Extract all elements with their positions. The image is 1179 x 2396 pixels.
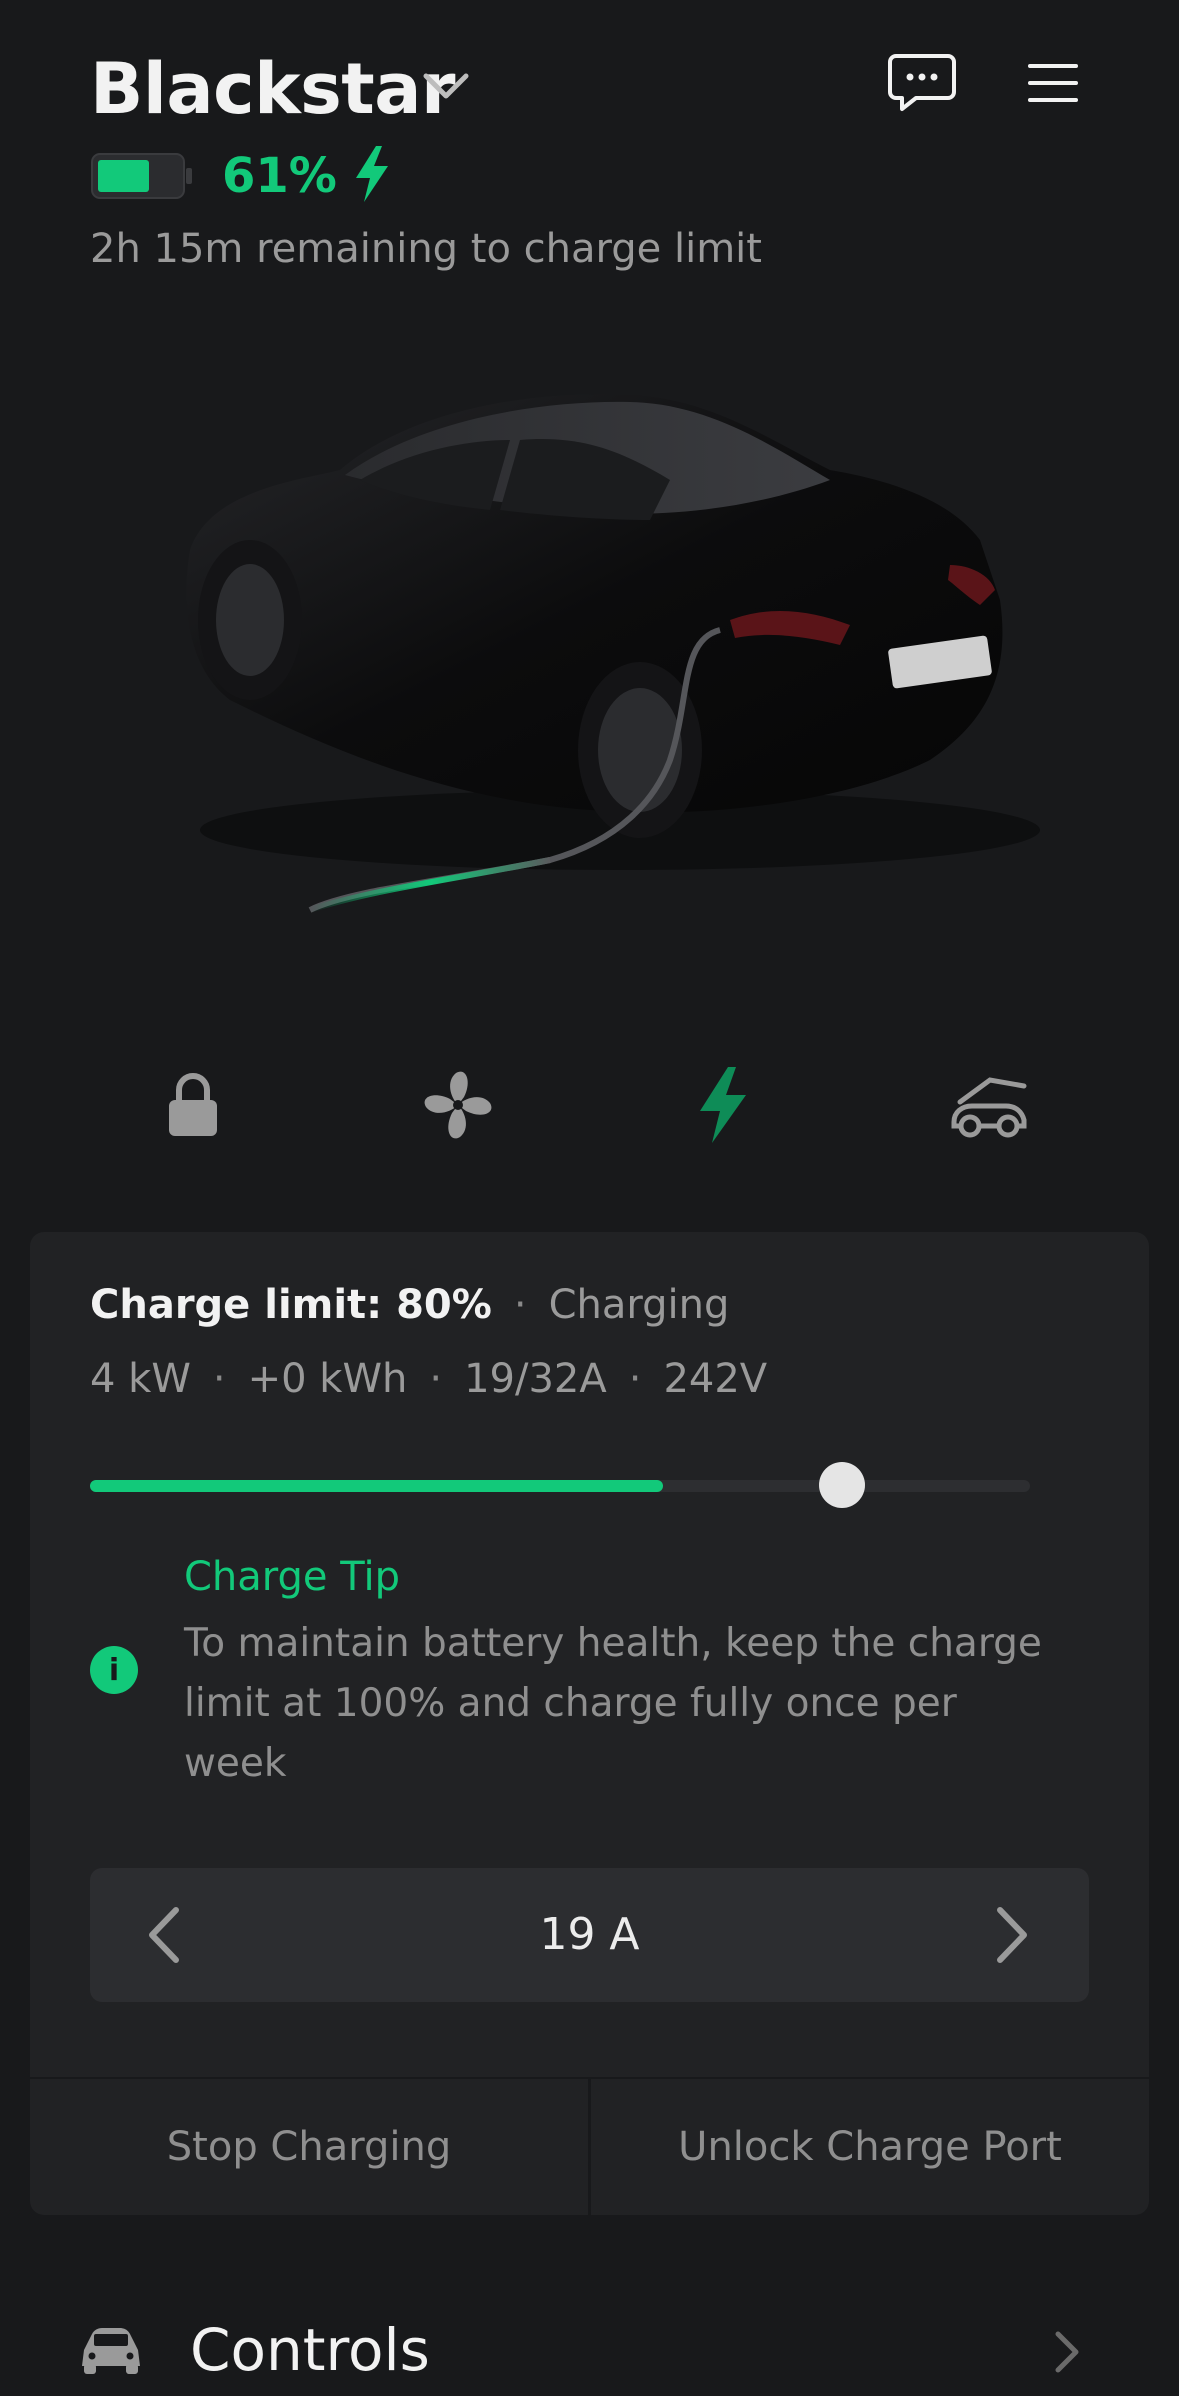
info-icon: i (90, 1646, 138, 1694)
stop-charging-button[interactable]: Stop Charging (30, 2079, 588, 2215)
charge-power: 4 kW (90, 1356, 191, 1402)
charge-tip-title: Charge Tip (184, 1554, 400, 1600)
fan-icon[interactable] (413, 1060, 503, 1150)
lock-icon[interactable] (148, 1060, 238, 1150)
trunk-icon[interactable] (944, 1060, 1034, 1150)
battery-icon (91, 153, 192, 199)
chevron-right-icon[interactable] (982, 1904, 1038, 1966)
unlock-charge-port-button[interactable]: Unlock Charge Port (591, 2079, 1149, 2215)
car-image (186, 394, 1040, 913)
charge-tip-body: To maintain battery health, keep the cha… (184, 1621, 1042, 1786)
charge-limit-label: Charge limit: 80% (90, 1282, 492, 1328)
charging-bolt-icon[interactable] (678, 1060, 768, 1150)
bolt-icon (356, 146, 388, 202)
charge-level-fill (90, 1480, 663, 1492)
energy-added: +0 kWh (247, 1356, 408, 1402)
vehicle-name[interactable]: Blackstar (90, 48, 456, 130)
charging-status: Charging (548, 1282, 730, 1328)
car-icon (82, 2328, 140, 2374)
charge-limit-slider-knob[interactable] (819, 1462, 865, 1508)
menu-icon[interactable] (1028, 62, 1078, 104)
charge-stats-line: 4 kW · +0 kWh · 19/32A · 242V (90, 1356, 768, 1402)
controls-label[interactable]: Controls (190, 2316, 430, 2384)
amps-value: 19 A (539, 1909, 640, 1960)
charge-remaining-text: 2h 15m remaining to charge limit (90, 226, 762, 272)
message-icon[interactable] (888, 52, 956, 112)
charge-voltage: 242V (663, 1356, 768, 1402)
battery-percent: 61% (222, 148, 337, 204)
chevron-down-icon[interactable] (420, 66, 472, 106)
charge-limit-line: Charge limit: 80% · Charging (90, 1282, 730, 1328)
chevron-right-icon[interactable] (1050, 2328, 1084, 2376)
charge-current: 19/32A (464, 1356, 607, 1402)
